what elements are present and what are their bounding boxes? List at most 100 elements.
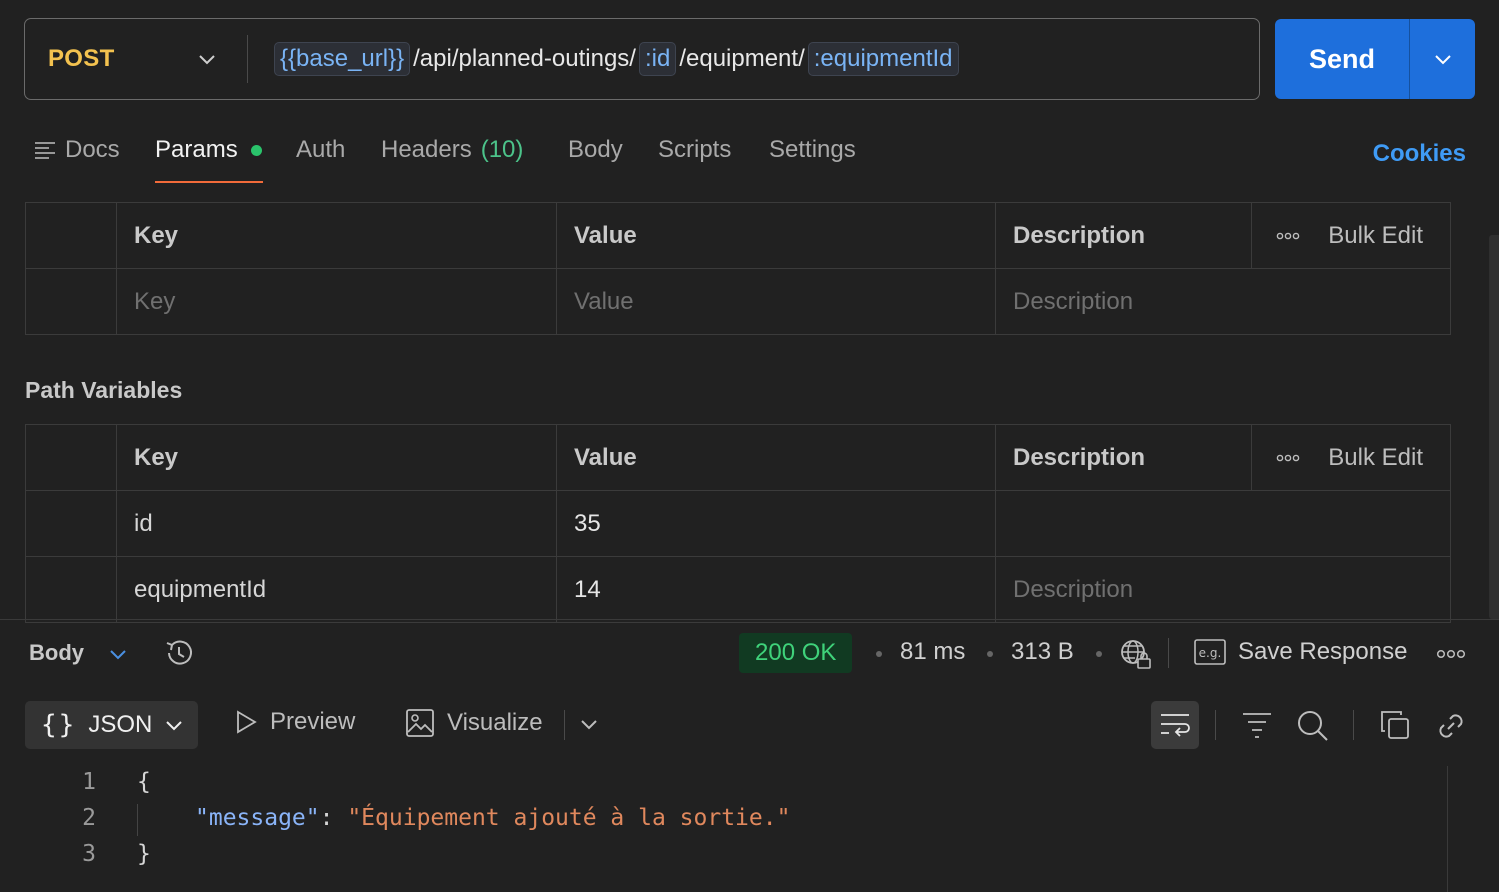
url-variable-equipment-id[interactable]: :equipmentId <box>807 42 959 76</box>
table-row: Key Value Description <box>25 268 1451 335</box>
docs-icon <box>35 142 55 159</box>
code-line: 3 } <box>0 841 1440 877</box>
send-button-group: Send <box>1275 19 1475 99</box>
key-column-header: Key <box>116 202 557 269</box>
wrap-lines-icon <box>1161 714 1190 737</box>
more-options-icon[interactable] <box>1436 649 1466 659</box>
tab-params[interactable]: Params <box>155 136 262 164</box>
json-string-value: "Équipement ajouté à la sortie." <box>347 805 791 831</box>
indent-guide <box>137 804 138 836</box>
tab-docs[interactable]: Docs <box>34 136 120 164</box>
value-input[interactable]: Value <box>556 268 996 335</box>
bulk-edit-button[interactable]: Bulk Edit <box>1328 444 1423 472</box>
search-icon[interactable] <box>1297 710 1329 742</box>
path-variable-description-input[interactable]: Description <box>995 556 1451 623</box>
play-icon <box>237 710 257 734</box>
row-checkbox-cell <box>25 556 117 623</box>
json-key: "message" <box>195 805 320 831</box>
table-row: id 35 <box>25 490 1451 557</box>
table-actions-header: Bulk Edit <box>1251 424 1451 491</box>
table-header-row: Key Value Description Bulk Edit <box>25 424 1451 491</box>
headers-count-badge: (10) <box>480 136 524 163</box>
line-number: 2 <box>82 805 96 831</box>
preview-tab[interactable]: Preview <box>234 708 355 736</box>
code-line: 2 "message": "Équipement ajouté à la sor… <box>0 805 1440 841</box>
json-braces-icon: {} <box>41 710 77 740</box>
path-variable-value-input[interactable]: 35 <box>556 490 996 557</box>
url-variable-base-url[interactable]: {{base_url}} <box>274 42 411 76</box>
visualize-label: Visualize <box>447 709 543 736</box>
visualize-tab[interactable]: Visualize <box>405 708 543 738</box>
response-size[interactable]: 313 B <box>1011 638 1074 666</box>
path-variable-key: id <box>116 490 557 557</box>
save-response-label: Save Response <box>1238 638 1408 665</box>
bulk-edit-button[interactable]: Bulk Edit <box>1328 222 1423 250</box>
image-icon <box>406 709 434 737</box>
preview-label: Preview <box>270 708 356 735</box>
network-globe-lock-icon[interactable] <box>1119 637 1153 671</box>
filter-icon[interactable] <box>1242 710 1272 738</box>
toolbar-divider <box>564 710 565 740</box>
active-tab-underline <box>155 181 263 183</box>
meta-separator-dot <box>987 651 993 657</box>
link-icon[interactable] <box>1435 710 1467 742</box>
tab-settings[interactable]: Settings <box>769 136 856 164</box>
save-response-button[interactable]: e.g. Save Response <box>1194 638 1407 666</box>
svg-text:e.g.: e.g. <box>1199 646 1222 660</box>
key-input[interactable]: Key <box>116 268 557 335</box>
checkbox-column-header <box>25 202 117 269</box>
json-colon: : <box>319 805 348 831</box>
history-icon[interactable] <box>163 637 195 669</box>
response-body-selector-label[interactable]: Body <box>29 640 84 666</box>
path-variables-table: Key Value Description Bulk Edit id 35 eq… <box>25 424 1451 623</box>
value-column-header: Value <box>556 424 996 491</box>
chevron-down-icon <box>166 721 183 731</box>
tab-auth[interactable]: Auth <box>296 136 345 164</box>
send-options-button[interactable] <box>1410 19 1475 99</box>
path-variable-value-input[interactable]: 14 <box>556 556 996 623</box>
example-icon: e.g. <box>1194 639 1226 665</box>
query-params-table: Key Value Description Bulk Edit Key Valu… <box>25 202 1451 335</box>
toolbar-divider <box>1215 710 1216 740</box>
request-url-bar: POST {{base_url}} /api/planned-outings/ … <box>24 18 1260 100</box>
send-button[interactable]: Send <box>1275 19 1409 99</box>
response-header-bar: Body 200 OK 81 ms 313 B e.g. Save Respon… <box>0 620 1499 686</box>
chevron-down-icon[interactable] <box>108 645 128 663</box>
wrap-lines-button[interactable] <box>1151 701 1199 749</box>
code-scrollbar-track[interactable] <box>1447 766 1448 892</box>
chevron-down-icon[interactable] <box>579 716 599 734</box>
line-number: 1 <box>82 769 96 795</box>
tab-scripts-label: Scripts <box>658 136 732 163</box>
url-variable-id[interactable]: :id <box>638 42 677 76</box>
method-label: POST <box>48 45 115 72</box>
copy-icon[interactable] <box>1380 710 1410 740</box>
tab-params-label: Params <box>155 136 238 163</box>
url-input[interactable]: {{base_url}} /api/planned-outings/ :id /… <box>248 42 959 76</box>
status-badge[interactable]: 200 OK <box>739 633 853 673</box>
value-column-header: Value <box>556 202 996 269</box>
format-selector[interactable]: {} JSON <box>25 701 198 749</box>
table-row: equipmentId 14 Description <box>25 556 1451 623</box>
response-toolbar: {} JSON Preview Visualize <box>0 700 1499 750</box>
tab-body[interactable]: Body <box>568 136 623 164</box>
tab-docs-label: Docs <box>65 136 120 163</box>
tab-headers-label: Headers <box>381 136 472 163</box>
format-label: JSON <box>88 711 153 738</box>
checkbox-column-header <box>25 424 117 491</box>
more-options-icon[interactable] <box>1276 232 1300 240</box>
table-actions-header: Bulk Edit <box>1251 202 1451 269</box>
request-tabs: Docs Params Auth Headers (10) Body Scrip… <box>0 130 1499 184</box>
tab-scripts[interactable]: Scripts <box>658 136 731 164</box>
response-time[interactable]: 81 ms <box>900 638 965 666</box>
tab-headers[interactable]: Headers (10) <box>381 136 523 164</box>
method-selector[interactable]: POST <box>25 19 247 99</box>
url-segment: /equipment/ <box>679 45 805 72</box>
more-options-icon[interactable] <box>1276 454 1300 462</box>
tab-body-label: Body <box>568 136 623 163</box>
toolbar-divider <box>1353 710 1354 740</box>
path-variable-description-input[interactable] <box>995 490 1451 557</box>
request-pane-scrollbar[interactable] <box>1489 235 1499 619</box>
url-segment: /api/planned-outings/ <box>413 45 636 72</box>
description-input[interactable]: Description <box>995 268 1451 335</box>
cookies-link[interactable]: Cookies <box>1373 140 1466 168</box>
